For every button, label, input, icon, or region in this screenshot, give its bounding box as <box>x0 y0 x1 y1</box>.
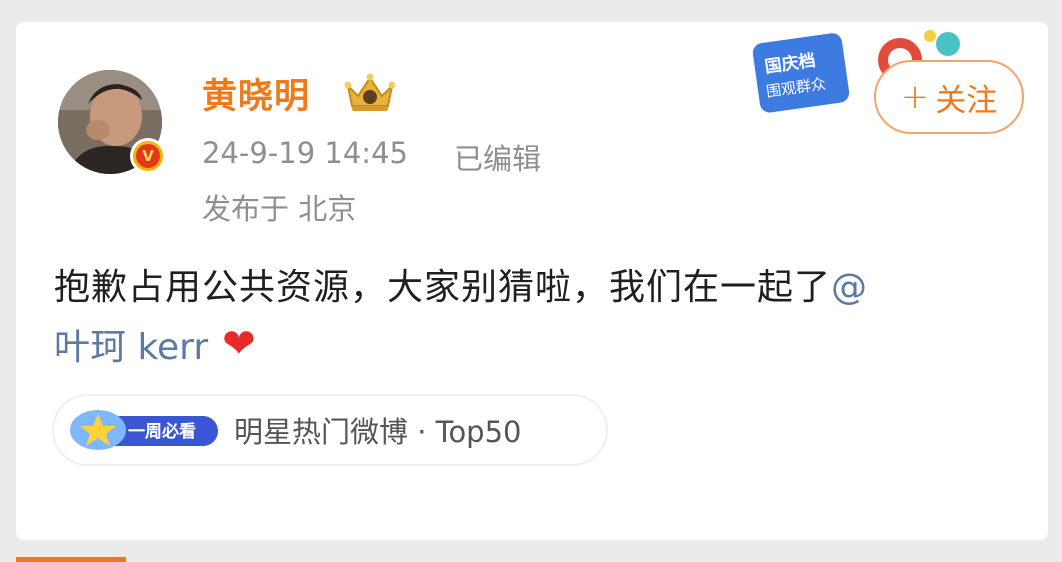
weekly-must-see-badge-icon: 一周必看 <box>70 410 218 450</box>
post-text-line1: 抱歉占用公共资源，大家别猜啦，我们在一起了@ <box>54 258 868 310</box>
post-text-line2: 叶珂 kerr ❤ <box>54 318 256 370</box>
crown-level-icon <box>344 73 396 111</box>
bottom-accent-strip <box>16 557 126 562</box>
plus-icon: + <box>900 77 930 117</box>
edited-label[interactable]: 已编辑 <box>454 136 541 178</box>
mention-at-symbol[interactable]: @ <box>831 267 868 308</box>
weekly-must-see-badge: 一周必看 <box>68 408 220 452</box>
post-timestamp: 24-9-19 14:45 <box>202 136 408 170</box>
hot-ranking-tag[interactable]: 一周必看 明星热门微博 · Top50 <box>52 394 608 466</box>
hot-badge-label: 一周必看 <box>128 421 196 442</box>
verified-v-icon: V <box>136 144 160 168</box>
verified-badge: V <box>130 138 166 174</box>
heart-emoji-icon: ❤ <box>222 321 256 367</box>
hot-ranking-text: 明星热门微博 · Top50 <box>234 415 522 449</box>
post-location: 发布于 北京 <box>202 192 357 226</box>
follow-label: 关注 <box>935 82 998 119</box>
post-text: 抱歉占用公共资源，大家别猜啦，我们在一起了 <box>54 267 832 308</box>
weibo-post-card: V 黄晓明 24-9-19 14:45 已编辑 发布于 北京 国庆档 围观群众 … <box>16 22 1048 540</box>
mention-link[interactable]: 叶珂 kerr <box>54 318 208 370</box>
follow-button[interactable]: + 关注 <box>874 60 1024 134</box>
author-name[interactable]: 黄晓明 <box>202 68 310 119</box>
